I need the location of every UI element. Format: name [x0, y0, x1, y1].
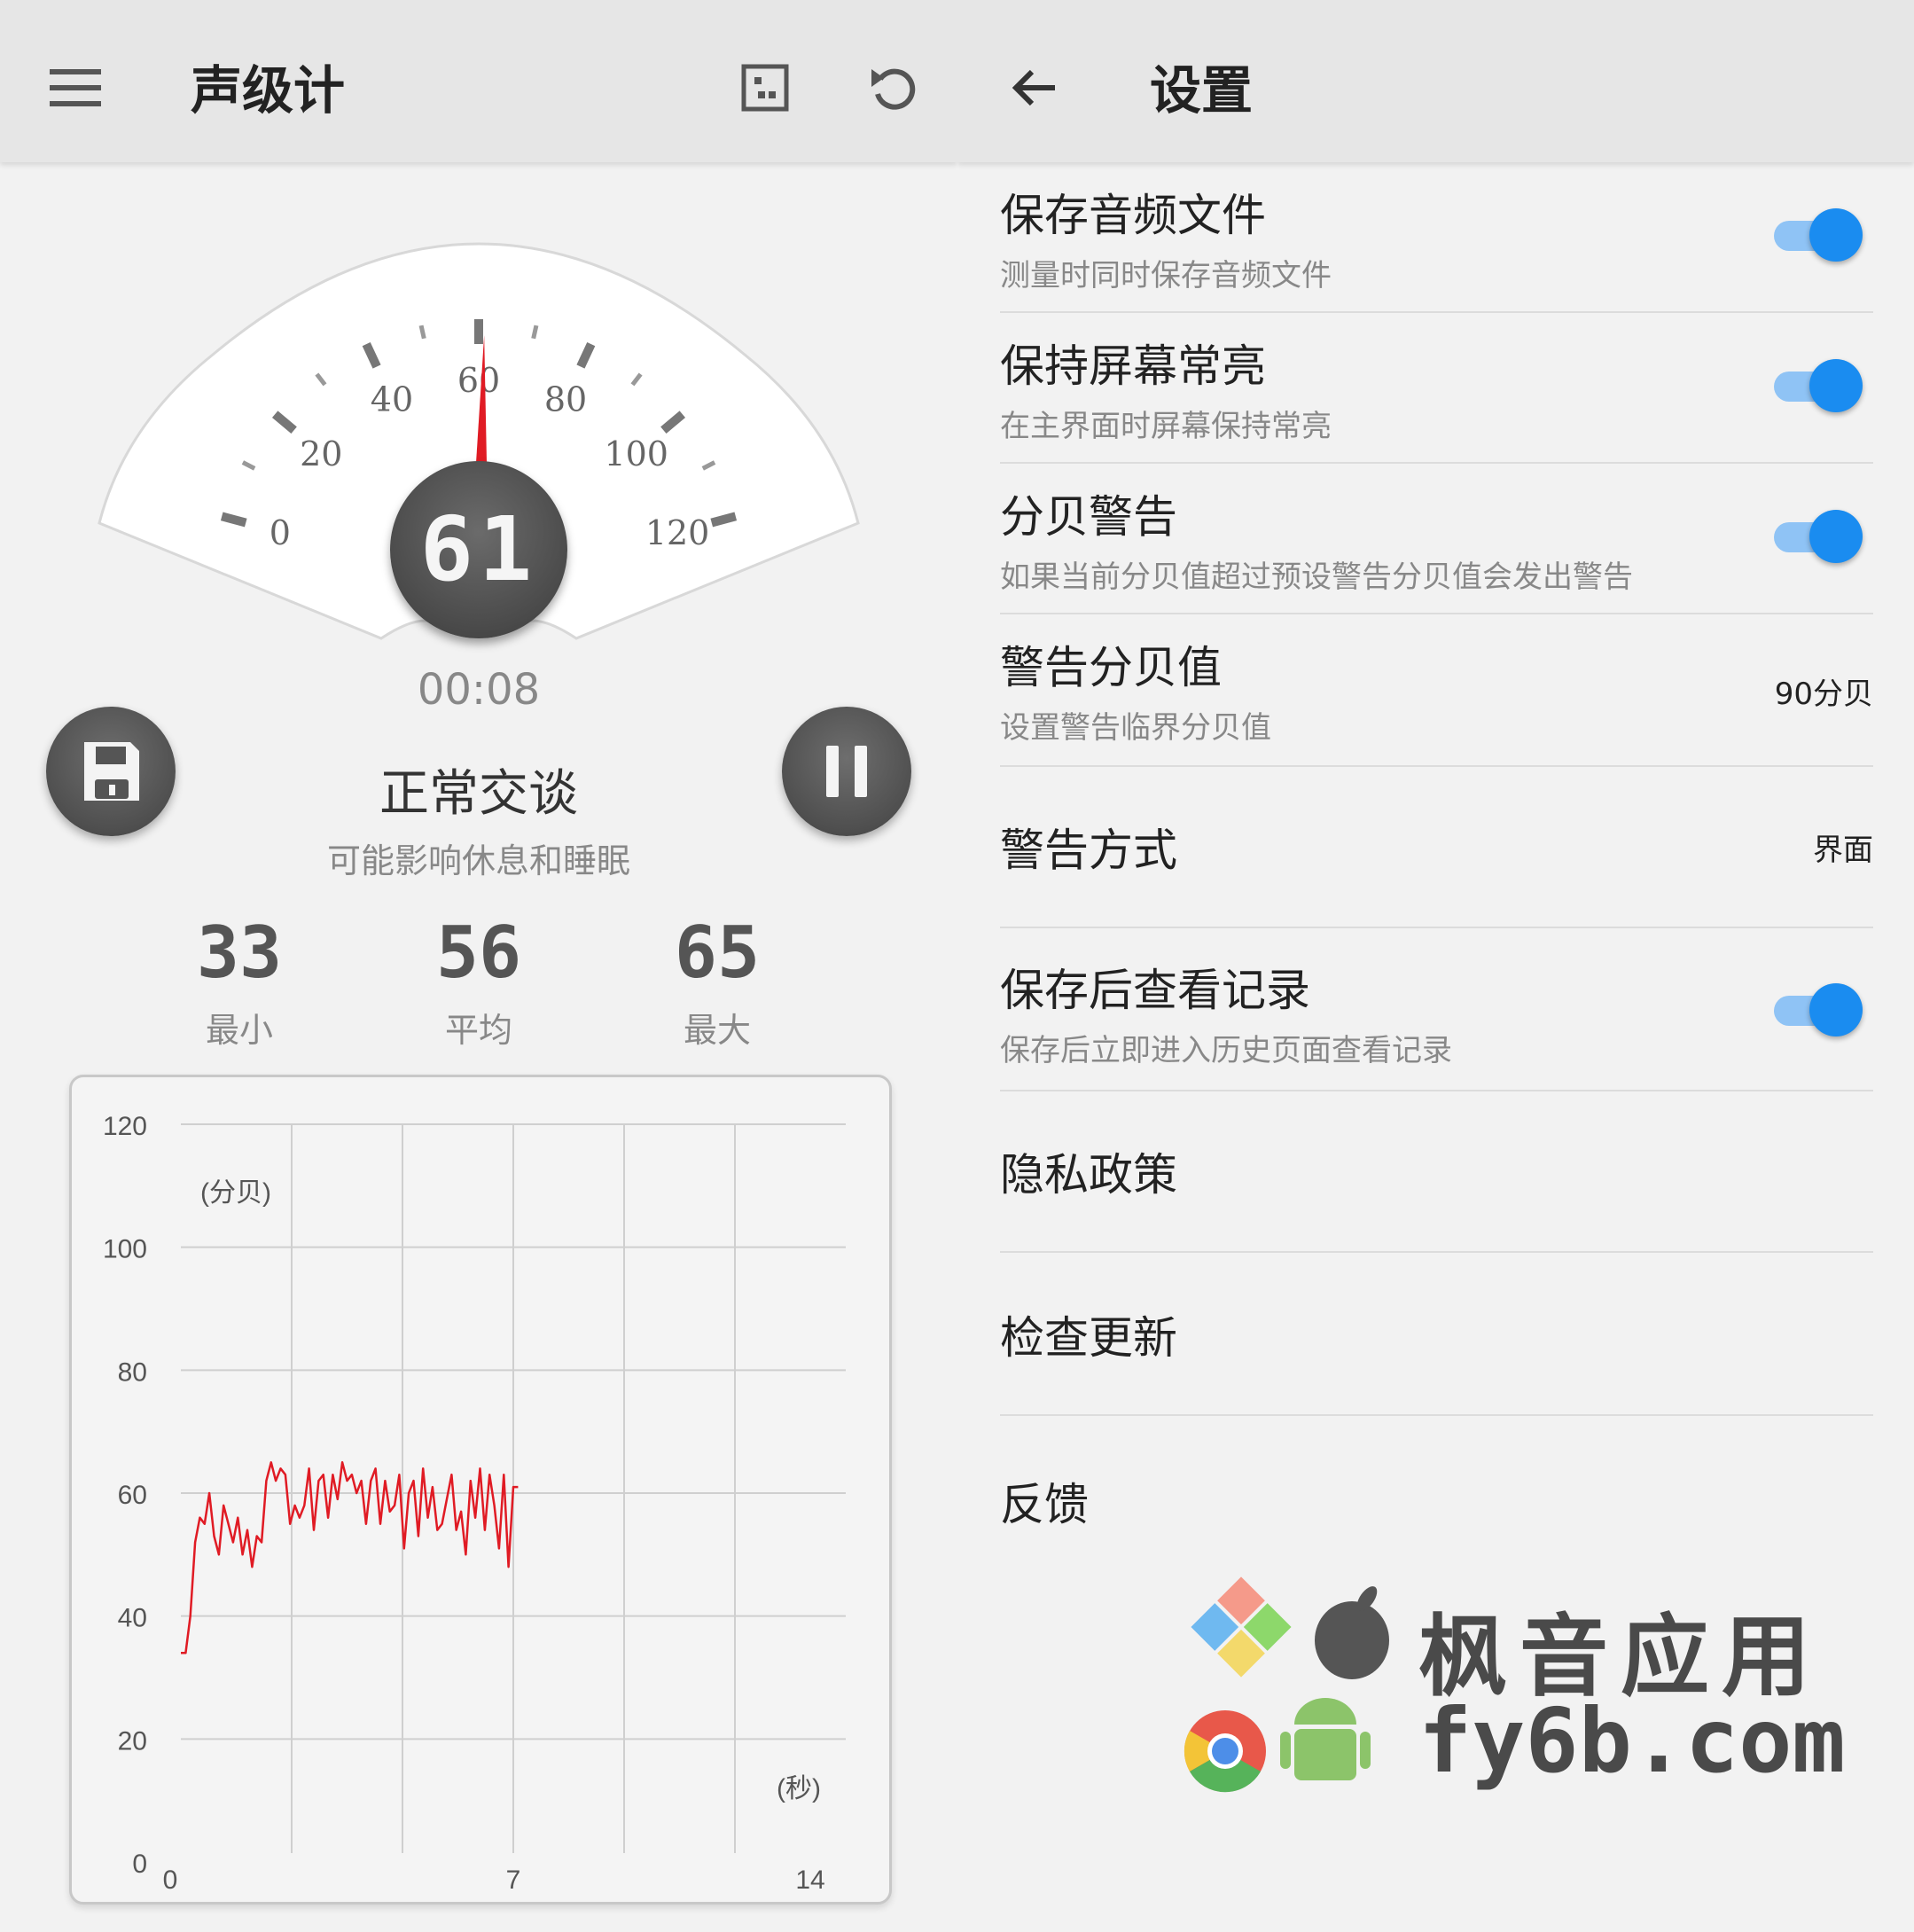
stat-avg: 56 平均: [390, 909, 567, 1052]
keep-screen-on-toggle[interactable]: [1774, 357, 1863, 414]
setting-title: 保存后查看记录: [1000, 965, 1310, 1016]
stat-min: 33 最小: [151, 909, 328, 1052]
chart-y-tick-label: 0: [132, 1850, 147, 1879]
gauge-tick: [418, 325, 426, 340]
watermark-logos: [1184, 1576, 1389, 1793]
chart-x-tick-label: 7: [506, 1866, 521, 1895]
gauge-tick: [531, 325, 539, 340]
setting-save-audio[interactable]: 保存音频文件 测量时同时保存音频文件: [1000, 162, 1873, 313]
stat-avg-value: 56: [435, 911, 522, 994]
watermark-url: fy6b.com: [1418, 1689, 1846, 1793]
stat-max-value: 65: [674, 911, 761, 994]
warning-mode-value: 界面: [1813, 833, 1873, 868]
gauge-scale-label: 80: [544, 380, 587, 419]
settings-title: 设置: [1150, 60, 1254, 121]
gauge-scale-label: 0: [270, 513, 291, 552]
chart-series-line: [181, 1461, 519, 1654]
setting-title: 分贝警告: [1000, 491, 1177, 543]
chart-plot: 0 20 40 60 80 100 120 0 7 14 (分贝) (秒): [103, 1112, 846, 1895]
setting-title: 保持屏幕常亮: [1000, 340, 1266, 392]
setting-warning-mode[interactable]: 警告方式 界面: [1000, 767, 1873, 928]
settings-app-bar: 设置: [957, 0, 1914, 162]
setting-title: 检查更新: [1000, 1312, 1177, 1364]
view-after-save-toggle[interactable]: [1774, 982, 1863, 1038]
setting-title: 警告分贝值: [1000, 642, 1222, 693]
setting-feedback[interactable]: 反馈: [1000, 1416, 1873, 1576]
meter-title: 声级计: [191, 60, 346, 121]
chart-y-tick-label: 40: [118, 1604, 147, 1633]
chart-y-axis-label: (分贝): [200, 1178, 271, 1208]
chart-y-tick-label: 80: [118, 1357, 147, 1387]
setting-title: 隐私政策: [1000, 1149, 1177, 1201]
noise-level-title: 正常交谈: [379, 765, 578, 823]
chart-x-tick-label: 14: [795, 1866, 824, 1895]
stat-avg-label: 平均: [444, 1011, 512, 1050]
stat-min-value: 33: [196, 911, 283, 994]
crop-frame-icon[interactable]: [734, 57, 796, 119]
decibel-warning-toggle[interactable]: [1774, 508, 1863, 565]
chart-x-tick-label: 0: [163, 1866, 178, 1895]
gauge-scale-label: 100: [604, 434, 668, 473]
chart-x-axis-label: (秒): [777, 1774, 821, 1803]
setting-title: 保存音频文件: [1000, 190, 1266, 241]
noise-level-description: 可能影响休息和睡眠: [326, 841, 630, 880]
setting-decibel-warning[interactable]: 分贝警告 如果当前分贝值超过预设警告分贝值会发出警告: [1000, 464, 1873, 614]
gauge-readout: 61: [390, 461, 567, 638]
stat-min-label: 最小: [205, 1011, 273, 1050]
setting-view-after-save[interactable]: 保存后查看记录 保存后立即进入历史页面查看记录: [1000, 928, 1873, 1091]
setting-privacy-policy[interactable]: 隐私政策: [1000, 1091, 1873, 1253]
decibel-history-chart: 0 20 40 60 80 100 120 0 7 14 (分贝) (秒): [69, 1075, 892, 1905]
gauge-scale-label: 20: [300, 434, 342, 473]
gauge-value: 61: [419, 497, 538, 601]
menu-icon[interactable]: [44, 57, 106, 119]
gauge-scale-label: 120: [645, 513, 710, 552]
setting-title: 反馈: [1000, 1479, 1089, 1530]
watermark: 枫音应用 fy6b.com: [1179, 1574, 1853, 1804]
setting-subtitle: 在主界面时屏幕保持常亮: [1000, 409, 1332, 444]
meter-app-bar: 声级计: [0, 0, 957, 162]
setting-check-update[interactable]: 检查更新: [1000, 1253, 1873, 1416]
chart-y-tick-label: 60: [118, 1481, 147, 1510]
stat-max: 65 最大: [629, 909, 806, 1052]
meter-screen: 声级计 0 20 40 60 80 100 120 61 00:08 正常交谈 …: [0, 0, 957, 1932]
chart-y-tick-label: 100: [103, 1235, 147, 1264]
gauge-scale-label: 40: [371, 380, 413, 419]
gauge-tick: [710, 512, 738, 528]
chart-y-tick-label: 20: [118, 1726, 147, 1756]
save-audio-toggle[interactable]: [1774, 207, 1863, 263]
setting-warning-threshold[interactable]: 警告分贝值 设置警告临界分贝值 90分贝: [1000, 614, 1873, 767]
setting-keep-screen-on[interactable]: 保持屏幕常亮 在主界面时屏幕保持常亮: [1000, 313, 1873, 464]
warning-threshold-value: 90分贝: [1774, 677, 1873, 712]
setting-title: 警告方式: [1000, 825, 1177, 876]
reset-icon[interactable]: [863, 57, 925, 119]
setting-subtitle: 测量时同时保存音频文件: [1000, 258, 1332, 293]
chart-y-tick-label: 120: [103, 1112, 147, 1141]
setting-subtitle: 如果当前分贝值超过预设警告分贝值会发出警告: [1000, 559, 1633, 595]
back-arrow-icon[interactable]: [1004, 57, 1066, 119]
gauge-scale-label: 60: [457, 361, 500, 400]
setting-subtitle: 保存后立即进入历史页面查看记录: [1000, 1033, 1452, 1068]
stat-max-label: 最大: [683, 1011, 751, 1050]
gauge-tick: [220, 512, 247, 528]
setting-subtitle: 设置警告临界分贝值: [1000, 710, 1271, 746]
